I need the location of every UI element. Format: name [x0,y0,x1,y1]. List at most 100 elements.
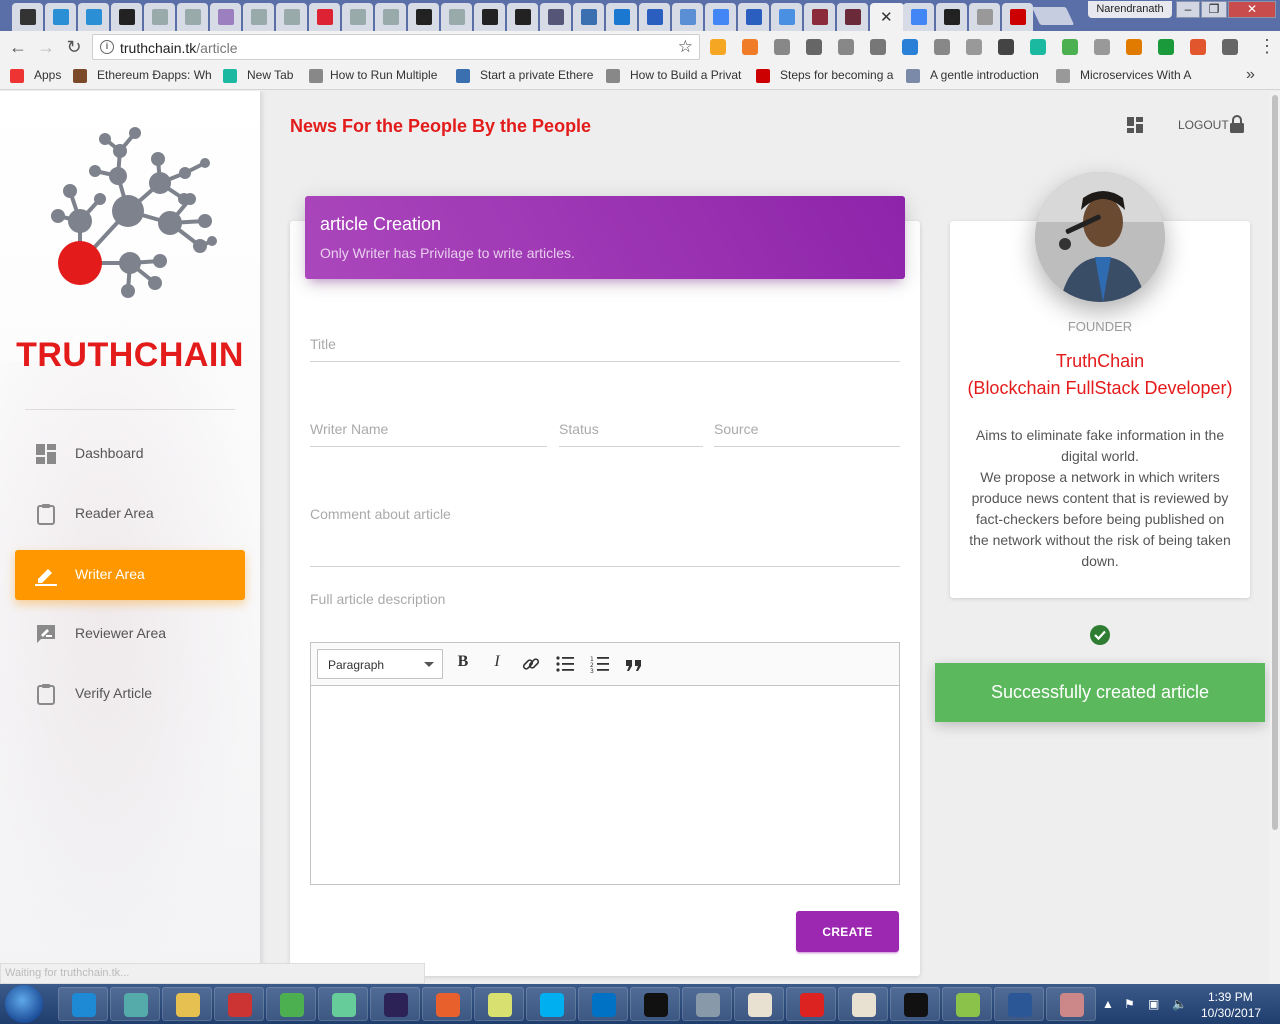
extension-icon[interactable] [1126,39,1142,55]
tab[interactable] [606,3,637,31]
tab[interactable] [837,3,868,31]
bookmark-item[interactable]: A gentle introduction [930,68,1045,82]
metamask-tab[interactable] [342,3,373,31]
numbered-list-icon[interactable]: 123 [589,653,611,675]
volume-icon[interactable]: 🔈 [1172,997,1187,1011]
tab[interactable] [969,3,1000,31]
writer-name-input[interactable] [310,421,547,446]
sidebar-item-reviewer-area[interactable]: Reviewer Area [15,609,245,659]
italic-button[interactable]: I [486,653,508,675]
status-field[interactable]: Status [559,421,703,447]
tab[interactable] [738,3,769,31]
taskbar-app-button[interactable] [682,987,732,1021]
status-input[interactable] [559,421,703,446]
azure-tab[interactable] [639,3,670,31]
extension-icon[interactable] [1158,39,1174,55]
tab[interactable] [936,3,967,31]
sidebar-item-reader-area[interactable]: Reader Area [15,489,245,539]
tab[interactable] [573,3,604,31]
bookmark-item[interactable]: Steps for becoming a [780,68,898,82]
bold-button[interactable]: B [452,653,474,675]
tab[interactable] [507,3,538,31]
taskbar-app-button[interactable] [942,987,992,1021]
clock-date[interactable]: 10/30/2017 [1201,1006,1261,1020]
taskbar-app-button[interactable] [994,987,1044,1021]
taskbar-app-button[interactable] [786,987,836,1021]
extension-icon[interactable] [1030,39,1046,55]
extension-icon[interactable] [806,39,822,55]
taskbar-app-button[interactable] [58,987,108,1021]
comment-input[interactable] [310,506,900,566]
extension-icon[interactable] [1222,39,1238,55]
bookmark-item[interactable]: Apps [34,68,74,82]
taskbar-app-button[interactable] [214,987,264,1021]
metamask-tab[interactable] [276,3,307,31]
network-icon[interactable]: ▣ [1148,997,1162,1011]
clock-time[interactable]: 1:39 PM [1208,990,1253,1004]
taskbar-app-button[interactable] [578,987,628,1021]
extension-icon[interactable] [774,39,790,55]
taskbar-app-button[interactable] [422,987,472,1021]
metamask-tab[interactable] [177,3,208,31]
dashboard-icon[interactable] [1127,117,1143,133]
taskbar-app-button[interactable] [370,987,420,1021]
extension-icon[interactable] [742,39,758,55]
github-tab[interactable] [111,3,142,31]
metamask-tab[interactable] [144,3,175,31]
tab[interactable] [804,3,835,31]
sidebar-item-dashboard[interactable]: Dashboard [15,429,245,479]
extension-icon[interactable] [1062,39,1078,55]
bookmark-item[interactable]: New Tab [247,68,297,82]
extension-icon[interactable] [998,39,1014,55]
address-bar[interactable]: i truthchain.tk/article ☆ [92,34,700,60]
taskbar-app-button[interactable] [526,987,576,1021]
title-field[interactable]: Title [310,336,900,362]
action-center-flag-icon[interactable]: ⚑ [1124,997,1138,1011]
forward-icon[interactable]: → [36,37,56,57]
paragraph-format-select[interactable]: Paragraph [317,649,443,679]
w3-tab[interactable] [78,3,109,31]
google-tab[interactable] [903,3,934,31]
metamask-tab[interactable] [375,3,406,31]
tab[interactable] [771,3,802,31]
taskbar-app-button[interactable] [110,987,160,1021]
tab[interactable] [210,3,241,31]
extension-icon[interactable] [870,39,886,55]
site-info-icon[interactable]: i [100,40,114,54]
sidebar-item-verify-article[interactable]: Verify Article [15,669,245,719]
taskbar-app-button[interactable] [266,987,316,1021]
browser-menu-icon[interactable]: ⋮ [1258,36,1276,57]
google-tab[interactable] [705,3,736,31]
windows-start-button[interactable] [5,985,43,1023]
bookmark-item[interactable]: How to Run Multiple [330,68,442,82]
minimize-button[interactable]: – [1176,1,1200,18]
editor-content-area[interactable] [311,687,899,884]
bookmark-item[interactable]: Ethereum Ðapps: Wh [97,68,212,82]
toi-tab[interactable] [1002,3,1033,31]
sidebar-item-writer-area[interactable]: Writer Area [15,550,245,600]
taskbar-app-button[interactable] [318,987,368,1021]
bookmark-item[interactable]: Start a private Ethere [480,68,595,82]
lock-icon[interactable] [1230,115,1244,133]
close-tab-icon[interactable]: ✕ [880,8,893,26]
facebook-tab[interactable] [12,3,43,31]
maximize-button[interactable]: ❐ [1201,1,1227,18]
tray-expand-icon[interactable]: ▲ [1102,997,1116,1011]
blockquote-icon[interactable] [623,653,645,675]
taskbar-app-button[interactable] [162,987,212,1021]
metamask-tab[interactable] [243,3,274,31]
bulleted-list-icon[interactable] [554,653,576,675]
bookmarks-overflow-icon[interactable]: » [1246,66,1255,84]
source-input[interactable] [714,421,900,446]
taskbar-app-button[interactable] [474,987,524,1021]
profile-chip[interactable]: Narendranath [1088,1,1172,18]
source-field[interactable]: Source [714,421,900,447]
reload-icon[interactable]: ↻ [64,37,84,57]
w3-tab[interactable] [45,3,76,31]
taskbar-app-button[interactable] [1046,987,1096,1021]
extension-icon[interactable] [710,39,726,55]
link-icon[interactable] [520,653,542,675]
extension-icon[interactable] [902,39,918,55]
extension-icon[interactable] [1190,39,1206,55]
tab[interactable] [474,3,505,31]
